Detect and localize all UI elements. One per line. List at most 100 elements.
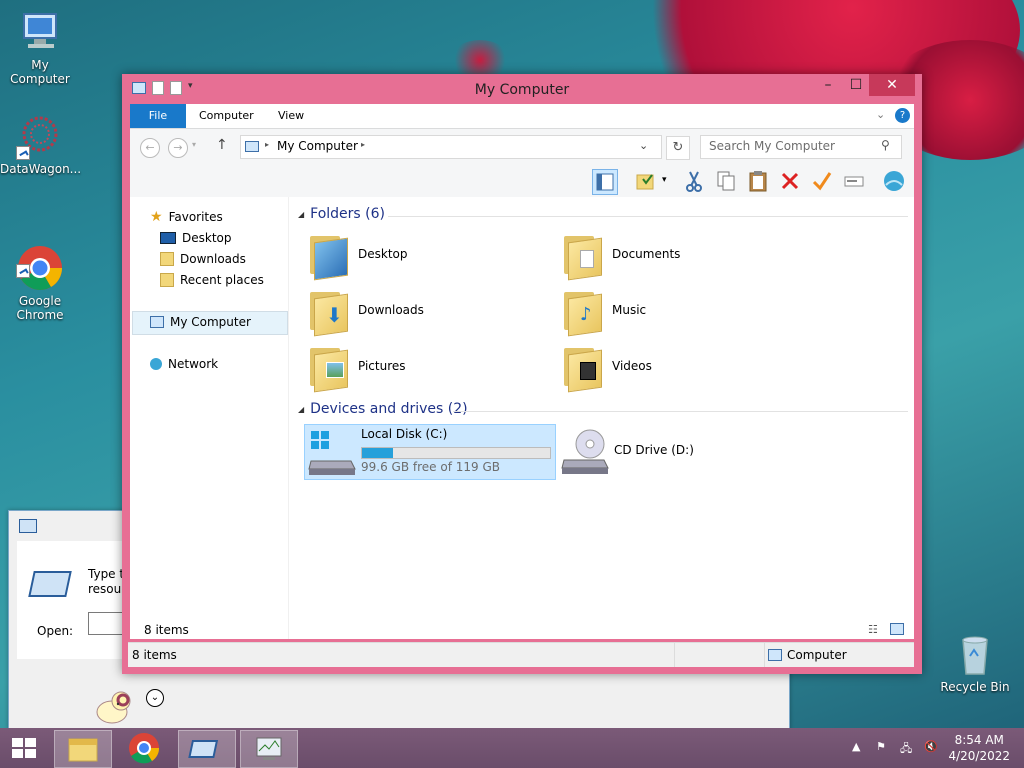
folder-documents[interactable]: Documents — [562, 227, 812, 281]
back-button[interactable]: ← — [140, 138, 160, 158]
close-button[interactable]: ✕ — [869, 74, 915, 96]
taskbar-file-explorer[interactable] — [54, 730, 112, 768]
desktop-icon-my-computer[interactable]: My Computer — [0, 8, 80, 86]
group-header-drives[interactable]: ◢ Devices and drives (2) — [298, 401, 468, 417]
volume-muted-icon[interactable]: 🔇 — [924, 740, 938, 753]
desktop-folder-icon — [160, 232, 176, 244]
taskbar: ▲ ⚑ 🖧 🔇 8:54 AM 4/20/2022 — [0, 728, 1024, 768]
network-icon — [150, 358, 162, 370]
documents-folder-icon — [562, 232, 602, 281]
details-view-icon[interactable]: ☷ — [868, 623, 878, 636]
network-globe-icon[interactable] — [882, 169, 906, 193]
navigation-pane: ★ Favorites Desktop Downloads Recent pla… — [130, 197, 289, 639]
tab-file[interactable]: File — [130, 104, 186, 128]
refresh-button[interactable]: ↻ — [666, 136, 690, 160]
address-dropdown-icon[interactable]: ⌄ — [639, 139, 648, 152]
properties-check-icon[interactable] — [810, 169, 834, 193]
nav-favorites[interactable]: ★ Favorites — [150, 207, 223, 227]
nav-network[interactable]: Network — [150, 354, 218, 374]
drive-free-space: 99.6 GB free of 119 GB — [361, 460, 500, 474]
shortcut-arrow-icon — [16, 146, 30, 160]
address-bar[interactable]: ▸ My Computer ▸ ⌄ — [240, 135, 662, 159]
folder-label: Videos — [612, 359, 652, 373]
help-icon[interactable]: ? — [895, 108, 910, 123]
delete-icon[interactable] — [778, 169, 802, 193]
title-bar[interactable]: ▾ My Computer – ☐ ✕ — [122, 74, 922, 104]
run-icon — [28, 571, 72, 597]
taskbar-run[interactable] — [178, 730, 236, 768]
group-header-folders[interactable]: ◢ Folders (6) — [298, 206, 385, 222]
nav-downloads[interactable]: Downloads — [160, 249, 246, 269]
copy-icon[interactable] — [714, 169, 738, 193]
folders-header-label: Folders (6) — [310, 206, 385, 222]
show-hidden-icons-icon[interactable]: ▲ — [852, 740, 860, 753]
folder-label: Music — [612, 303, 647, 317]
desktop-icon-recycle-bin[interactable]: Recycle Bin — [935, 630, 1015, 694]
cut-icon[interactable] — [682, 169, 706, 193]
folder-label: Pictures — [358, 359, 406, 373]
forward-button[interactable]: → — [168, 138, 188, 158]
nav-my-computer[interactable]: My Computer — [150, 312, 251, 332]
window-title: My Computer — [474, 82, 570, 98]
minimize-button[interactable]: – — [816, 74, 840, 96]
folder-desktop[interactable]: Desktop — [308, 227, 558, 281]
recent-locations-icon[interactable]: ▾ — [192, 140, 196, 149]
tab-computer[interactable]: Computer — [199, 104, 254, 128]
nav-my-computer-label: My Computer — [170, 315, 251, 329]
select-all-icon[interactable] — [634, 169, 658, 193]
command-toolbar: ▾ — [130, 165, 914, 198]
search-input[interactable]: Search My Computer ⚲ — [700, 135, 902, 159]
navigation-bar: ← → ▾ ↑ ▸ My Computer ▸ ⌄ ↻ Search My Co… — [130, 129, 914, 165]
maximize-button[interactable]: ☐ — [844, 74, 868, 96]
breadcrumb-my-computer[interactable]: My Computer — [277, 139, 358, 153]
tab-view[interactable]: View — [278, 104, 304, 128]
nav-downloads-label: Downloads — [180, 252, 246, 266]
collapse-arrow-icon: ◢ — [298, 209, 305, 219]
breadcrumb-arrow-icon: ▸ — [265, 140, 270, 149]
drive-cd-d[interactable]: CD Drive (D:) — [558, 424, 808, 478]
nav-recent-places[interactable]: Recent places — [160, 270, 264, 290]
system-clock[interactable]: 8:54 AM 4/20/2022 — [948, 732, 1010, 764]
folder-pictures[interactable]: Pictures — [308, 339, 558, 393]
paste-icon[interactable] — [746, 169, 770, 193]
item-count: 8 items — [144, 623, 189, 637]
folder-videos[interactable]: Videos — [562, 339, 812, 393]
folder-icon — [308, 232, 348, 281]
folder-label: Documents — [612, 247, 681, 261]
nav-desktop[interactable]: Desktop — [160, 228, 232, 248]
shortcut-arrow-icon — [16, 264, 30, 278]
group-divider — [388, 216, 908, 217]
status-location: Computer — [787, 648, 847, 662]
taskbar-chrome[interactable] — [116, 730, 172, 766]
preview-pane-button[interactable] — [592, 169, 618, 195]
action-center-flag-icon[interactable]: ⚑ — [876, 740, 886, 753]
monitor-icon — [256, 737, 282, 760]
up-button[interactable]: ↑ — [216, 137, 228, 153]
view-dropdown-icon[interactable]: ▾ — [662, 175, 667, 185]
folder-music[interactable]: ♪ Music — [562, 283, 812, 337]
drive-local-disk-c[interactable]: Local Disk (C:) 99.6 GB free of 119 GB — [304, 424, 556, 480]
taskbar-resource-monitor[interactable] — [240, 730, 298, 768]
hard-drive-icon — [308, 431, 356, 475]
desktop-icon-chrome[interactable]: Google Chrome — [0, 216, 80, 336]
network-status-icon[interactable]: 🖧 — [900, 740, 912, 759]
downloads-folder-icon — [160, 252, 174, 266]
drive-name: CD Drive (D:) — [614, 443, 694, 457]
file-explorer-icon — [68, 738, 98, 762]
breadcrumb-arrow-icon: ▸ — [361, 140, 366, 149]
folder-downloads[interactable]: ⬇ Downloads — [308, 283, 558, 337]
desktop-icon-datawagon[interactable]: DataWagon... — [0, 112, 81, 176]
nav-network-label: Network — [168, 357, 219, 371]
desktop-icon-label: Recycle Bin — [940, 680, 1010, 694]
chevron-down-icon[interactable]: ⌄ — [146, 689, 164, 707]
rename-icon[interactable] — [842, 169, 866, 193]
desktop-icon-label: Google Chrome — [16, 294, 64, 322]
nav-recent-label: Recent places — [180, 273, 264, 287]
ribbon-expand-icon[interactable]: ⌄ — [876, 108, 885, 121]
computer-small-icon — [150, 316, 164, 328]
start-button[interactable] — [0, 730, 48, 766]
large-icons-view-icon[interactable] — [890, 623, 904, 635]
pictures-folder-icon — [308, 344, 348, 393]
clock-time: 8:54 AM — [954, 733, 1004, 747]
status-divider — [764, 643, 765, 667]
